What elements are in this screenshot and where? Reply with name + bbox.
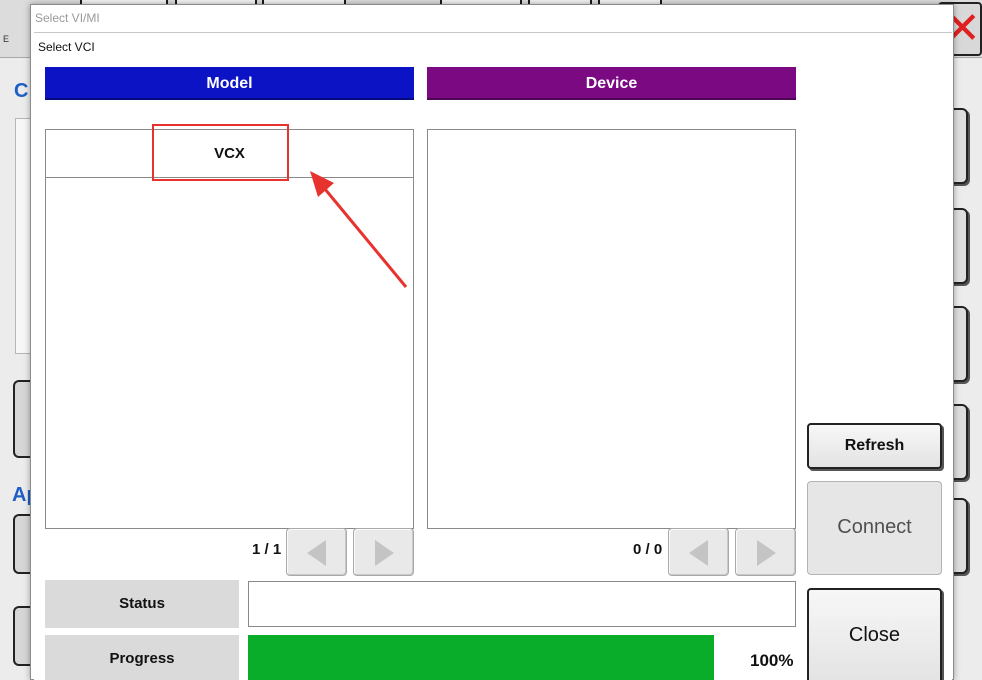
chevron-left-icon: [689, 540, 708, 566]
status-label: Status: [45, 580, 239, 628]
device-page-indicator: 0 / 0: [633, 541, 663, 558]
progress-fill: [248, 635, 714, 680]
status-field: [248, 581, 796, 627]
device-next-button[interactable]: [735, 528, 796, 576]
chevron-right-icon: [375, 540, 394, 566]
background-side-button[interactable]: [952, 108, 968, 184]
refresh-button[interactable]: Refresh: [807, 423, 942, 469]
dialog-subtitle: Select VCI: [38, 40, 95, 54]
progress-label: Progress: [45, 635, 239, 680]
connect-button[interactable]: Connect: [807, 481, 942, 575]
background-side-button[interactable]: [952, 498, 968, 574]
device-header: Device: [427, 67, 796, 100]
model-header: Model: [45, 67, 414, 100]
background-side-button[interactable]: [952, 306, 968, 382]
model-next-button[interactable]: [353, 528, 414, 576]
device-list[interactable]: [427, 129, 796, 529]
chevron-left-icon: [307, 540, 326, 566]
dialog-title: Select VI/MI: [35, 11, 100, 25]
background-side-button[interactable]: [952, 208, 968, 284]
close-button[interactable]: Close: [807, 588, 942, 680]
progress-percent: 100%: [750, 651, 794, 670]
list-item[interactable]: VCX: [46, 130, 413, 178]
chevron-right-icon: [757, 540, 776, 566]
section-heading: C: [14, 80, 29, 102]
model-page-indicator: 1 / 1: [252, 541, 282, 558]
device-prev-button[interactable]: [668, 528, 729, 576]
model-list[interactable]: VCX: [45, 129, 414, 529]
model-prev-button[interactable]: [286, 528, 347, 576]
progress-bar: [248, 635, 796, 680]
select-vi-mi-dialog: Select VI/MI Select VCI Model Device VCX…: [30, 4, 954, 680]
select-vci-dialog: Select VCI Model Device VCX 1 / 1 0 / 0 …: [34, 32, 952, 680]
toolbar-label: E: [3, 34, 10, 44]
background-side-button[interactable]: [952, 404, 968, 480]
